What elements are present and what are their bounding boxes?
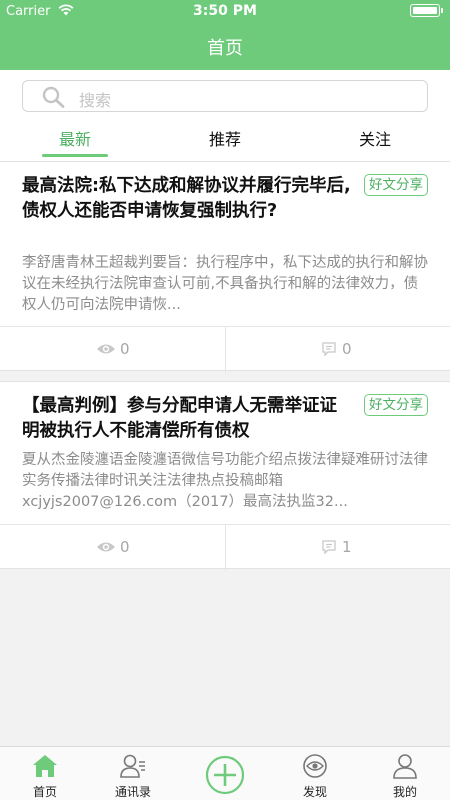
eye-icon [97,542,115,552]
profile-icon [393,754,417,779]
article-card[interactable]: 最高法院:私下达成和解协议并履行完毕后,债权人还能否申请恢复强制执行? 好文分享… [0,161,450,373]
active-tab-indicator [42,154,108,157]
search-placeholder: 搜索 [79,91,112,110]
search-icon [42,86,65,108]
tabbar-home[interactable]: 首页 [5,747,85,800]
tab-recommended[interactable]: 推荐 [185,126,265,150]
contacts-icon [120,754,145,778]
tabbar-mine[interactable]: 我的 [365,747,445,800]
tabbar-label: 通讯录 [114,785,151,799]
article-title[interactable]: 最高法院:私下达成和解协议并履行完毕后,债权人还能否申请恢复强制执行? [22,174,354,224]
tabbar-label: 首页 [32,785,57,799]
tabbar-discover[interactable]: 发现 [275,747,355,800]
tabbar-contacts[interactable]: 通讯录 [93,747,173,800]
nav-header: Carrier 3:50 PM 首页 [0,0,450,70]
comment-icon [322,540,336,554]
tabbar-label: 我的 [392,785,417,799]
discover-icon [303,754,327,778]
view-count: 0 [120,340,130,358]
tab-latest[interactable]: 最新 [35,126,115,150]
article-title[interactable]: 【最高判例】参与分配申请人无需举证证明被执行人不能清偿所有债权 [22,394,354,444]
action-divider [225,327,226,373]
status-bar: Carrier 3:50 PM [0,0,450,22]
article-card[interactable]: 【最高判例】参与分配申请人无需举证证明被执行人不能清偿所有债权 好文分享 夏从杰… [0,381,450,571]
battery-icon [410,4,443,17]
page-title: 首页 [207,38,243,59]
article-actions: 0 1 [0,524,450,571]
action-divider [225,525,226,571]
article-tag: 好文分享 [364,174,428,196]
article-actions: 0 0 [0,326,450,373]
article-summary: 夏从杰金陵瀍语金陵瀍语微信号功能介绍点拨法律疑难研讨法律实务传播法律时讯关注法律… [22,452,428,510]
comment-icon [322,342,336,356]
comment-count: 1 [342,538,352,556]
home-icon [33,755,57,777]
tabbar-label: 发现 [302,785,327,799]
feed-tabs: 最新 推荐 关注 [0,118,450,162]
eye-icon [97,344,115,354]
article-summary: 李舒唐青林王超裁判要旨：执行程序中，私下达成的执行和解协议在未经执行法院审查认可… [22,255,428,313]
bottom-tab-bar: 首页 通讯录 发现 我的 [0,746,450,800]
add-post-icon[interactable] [205,755,245,795]
article-tag: 好文分享 [364,394,428,416]
search-input[interactable]: 搜索 [22,80,428,112]
search-section: 搜索 最新 推荐 关注 [0,70,450,162]
clock: 3:50 PM [193,3,257,19]
comment-count: 0 [342,340,352,358]
tab-following[interactable]: 关注 [335,126,415,150]
view-count: 0 [120,538,130,556]
